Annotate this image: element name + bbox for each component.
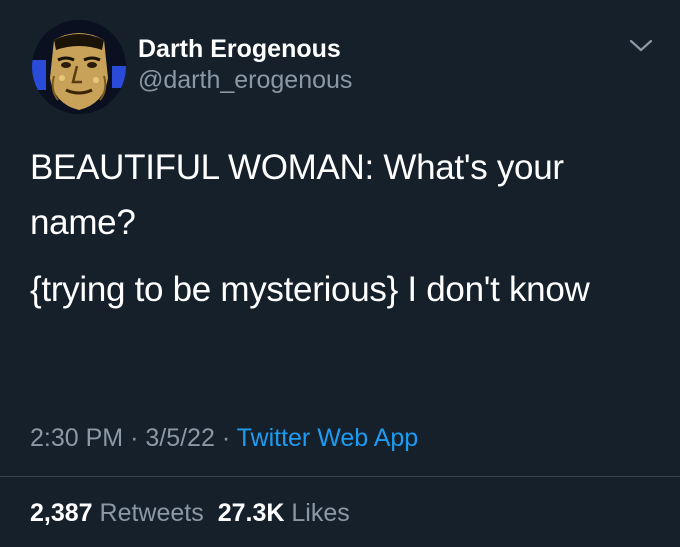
retweets-stat[interactable]: 2,387 Retweets (30, 499, 204, 527)
meta-separator: · (221, 424, 231, 452)
likes-label: Likes (291, 499, 350, 527)
retweets-label: Retweets (99, 499, 204, 527)
tweet-card: Darth Erogenous @darth_erogenous BEAUTIF… (0, 0, 680, 547)
tweet-source-link[interactable]: Twitter Web App (237, 424, 419, 452)
tweet-text: BEAUTIFUL WOMAN: What's your name? {tryi… (30, 140, 650, 329)
tweet-meta: 2:30 PM · 3/5/22 · Twitter Web App (30, 422, 418, 454)
tweet-menu-button[interactable] (628, 36, 654, 56)
chevron-down-icon (629, 39, 653, 52)
portrait-avatar-icon (32, 20, 126, 114)
likes-stat[interactable]: 27.3K Likes (218, 499, 350, 527)
display-name[interactable]: Darth Erogenous (138, 34, 352, 64)
tweet-date[interactable]: 3/5/22 (145, 424, 215, 452)
divider (0, 476, 680, 477)
author-block: Darth Erogenous @darth_erogenous (138, 34, 352, 96)
likes-count: 27.3K (217, 499, 285, 527)
tweet-paragraph: {trying to be mysterious} I don't know (30, 270, 590, 309)
tweet-paragraph: BEAUTIFUL WOMAN: What's your name? (30, 148, 564, 242)
tweet-time[interactable]: 2:30 PM (30, 424, 123, 452)
handle[interactable]: @darth_erogenous (138, 64, 352, 96)
meta-separator: · (130, 424, 139, 452)
retweets-count: 2,387 (30, 499, 93, 527)
avatar[interactable] (32, 20, 126, 114)
tweet-stats: 2,387 Retweets 27.3K Likes (30, 497, 350, 529)
